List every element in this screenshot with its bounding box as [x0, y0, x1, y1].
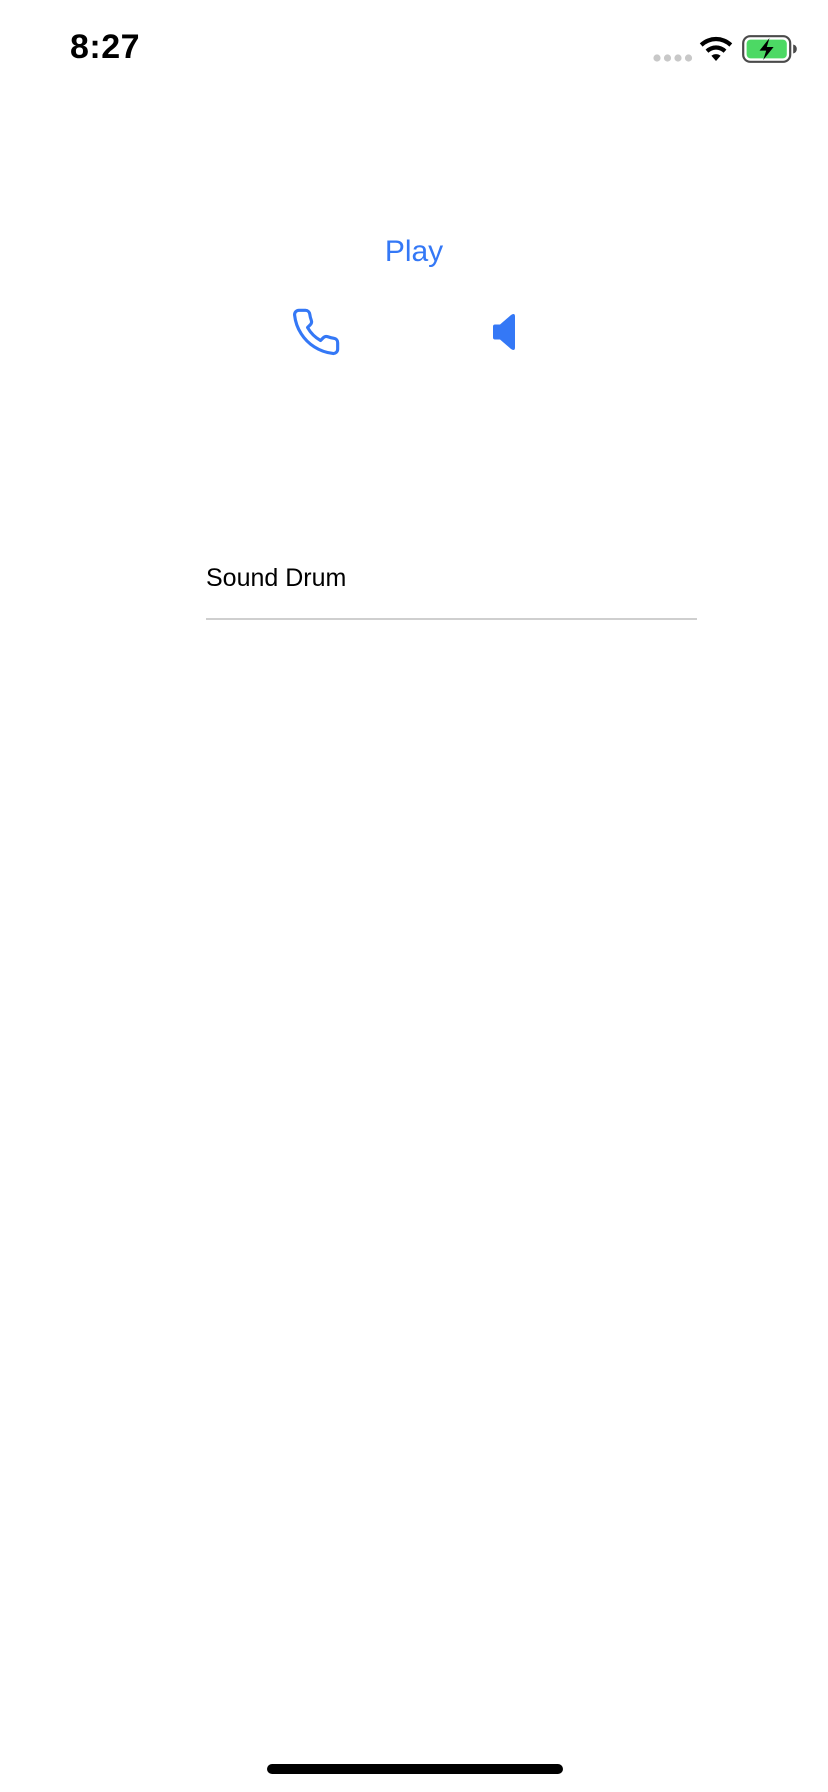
wifi-icon [699, 36, 733, 61]
battery-charging-icon [742, 35, 797, 63]
sound-field-value: Sound Drum [206, 564, 347, 592]
status-time: 8:27 [70, 28, 141, 66]
phone-icon [293, 308, 340, 356]
sound-text-field[interactable]: Sound Drum [206, 552, 697, 620]
status-bar: 8:27 [0, 0, 828, 100]
speaker-button[interactable] [482, 306, 534, 358]
cellular-signal-icon [653, 54, 693, 62]
home-indicator[interactable] [267, 1764, 563, 1774]
speaker-icon [493, 314, 515, 350]
play-button[interactable]: Play [0, 230, 828, 274]
phone-button[interactable] [290, 306, 342, 358]
